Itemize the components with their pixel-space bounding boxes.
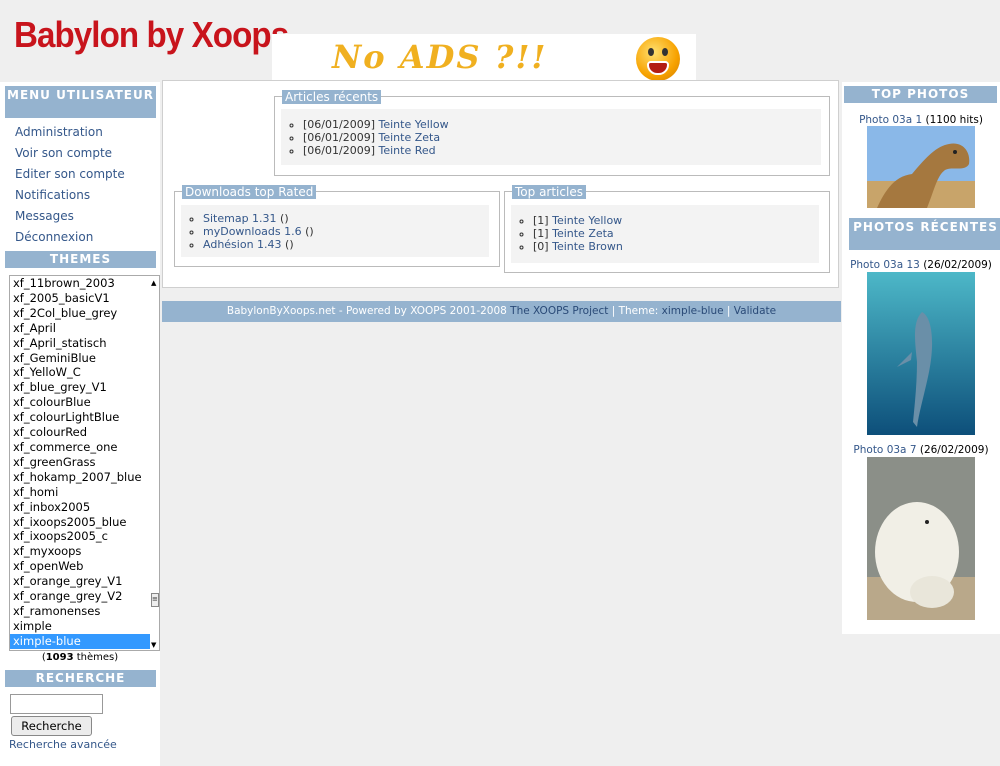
list-item: Sitemap 1.31 () [203, 212, 489, 225]
list-item: myDownloads 1.6 () [203, 225, 489, 238]
scroll-down-icon[interactable]: ▼ [151, 641, 156, 649]
article-link[interactable]: Teinte Zeta [552, 227, 614, 240]
top-articles-block: Top articles [1] Teinte Yellow [1] Teint… [504, 185, 830, 273]
theme-option[interactable]: xf_2Col_blue_grey [10, 306, 159, 321]
theme-option[interactable]: xf_openWeb [10, 559, 159, 574]
theme-option[interactable]: xf_homi [10, 485, 159, 500]
validate-link[interactable]: Validate [734, 305, 776, 317]
list-item: [06/01/2009] Teinte Zeta [303, 131, 821, 144]
article-link[interactable]: Teinte Red [378, 144, 435, 157]
list-item: [1] Teinte Zeta [533, 227, 819, 240]
photo-link[interactable]: Photo 03a 7 [853, 444, 916, 456]
polar-bear-photo[interactable] [867, 457, 975, 620]
downloads-title: Downloads top Rated [182, 185, 317, 199]
downloads-block: Downloads top Rated Sitemap 1.31 () myDo… [174, 185, 500, 267]
theme-option[interactable]: ximple-blue [10, 633, 159, 649]
theme-option[interactable]: xf_greenGrass [10, 455, 159, 470]
scroll-thumb[interactable]: ≡ [151, 593, 159, 607]
theme-option[interactable]: xf_myxoops [10, 544, 159, 559]
ad-banner[interactable]: No ADS ?!! [272, 34, 696, 82]
recent-articles-block: Articles récents [06/01/2009] Teinte Yel… [274, 90, 830, 176]
theme-count: (1093 thèmes) [41, 652, 119, 663]
download-link[interactable]: myDownloads 1.6 [203, 225, 302, 238]
theme-option[interactable]: xf_colourLightBlue [10, 410, 159, 425]
screaming-smiley-icon [636, 37, 680, 81]
photo-link[interactable]: Photo 03a 1 [859, 114, 922, 126]
article-link[interactable]: Teinte Yellow [378, 118, 448, 131]
theme-option[interactable]: xf_colourBlue [10, 395, 159, 410]
top-photo-caption: Photo 03a 1 (1100 hits) [859, 114, 983, 126]
search-button[interactable]: Recherche [11, 716, 92, 736]
theme-option[interactable]: xf_orange_grey_V1 [10, 574, 159, 589]
recent-photos-title: PHOTOS RÉCENTES [849, 218, 1000, 250]
article-link[interactable]: Teinte Yellow [552, 214, 622, 227]
theme-list-scrollbar[interactable]: ▲ ≡ ▼ [150, 276, 159, 650]
theme-option[interactable]: xf_blue_grey_V1 [10, 380, 159, 395]
theme-option[interactable]: xf_YelloW_C [10, 365, 159, 380]
top-photos-title: TOP PHOTOS [844, 86, 997, 103]
recent-photo-caption: Photo 03a 7 (26/02/2009) [853, 444, 989, 456]
menu-item-logout[interactable]: Déconnexion [0, 227, 160, 248]
theme-option[interactable]: xf_ixoops2005_blue [10, 515, 159, 530]
list-item: [06/01/2009] Teinte Red [303, 144, 821, 157]
list-item: [1] Teinte Yellow [533, 214, 819, 227]
recent-photo-caption: Photo 03a 13 (26/02/2009) [850, 259, 992, 271]
xoops-project-link[interactable]: The XOOPS Project [510, 305, 608, 317]
article-link[interactable]: Teinte Brown [552, 240, 623, 253]
list-item: [06/01/2009] Teinte Yellow [303, 118, 821, 131]
theme-option[interactable]: xf_GeminiBlue [10, 351, 159, 366]
list-item: Adhésion 1.43 () [203, 238, 489, 251]
theme-option[interactable]: xf_inbox2005 [10, 500, 159, 515]
theme-select-list[interactable]: xf_11brown_2003 xf_2005_basicV1 xf_2Col_bl… [9, 275, 160, 651]
left-sidebar: MENU UTILISATEUR Administration Voir son… [0, 82, 160, 766]
menu-item-messages[interactable]: Messages [0, 206, 160, 227]
theme-option[interactable]: xf_colourRed [10, 425, 159, 440]
search-title: RECHERCHE [5, 670, 156, 687]
advanced-search-link[interactable]: Recherche avancée [9, 738, 117, 751]
theme-option[interactable]: xf_ixoops2005_c [10, 529, 159, 544]
search-input[interactable] [10, 694, 103, 714]
site-logo[interactable]: Babylon by Xoops [14, 14, 289, 56]
theme-option[interactable]: xf_ramonenses [10, 604, 159, 619]
theme-option[interactable]: xf_11brown_2003 [10, 276, 159, 291]
photo-link[interactable]: Photo 03a 13 [850, 259, 920, 271]
download-link[interactable]: Adhésion 1.43 [203, 238, 282, 251]
center-blocks: Articles récents [06/01/2009] Teinte Yel… [162, 80, 839, 288]
theme-option[interactable]: xf_April [10, 321, 159, 336]
footer: BabylonByXoops.net - Powered by XOOPS 20… [162, 301, 841, 322]
camel-photo[interactable] [867, 126, 975, 208]
theme-option[interactable]: ximple [10, 619, 159, 634]
menu-item-view-account[interactable]: Voir son compte [0, 143, 160, 164]
download-link[interactable]: Sitemap 1.31 [203, 212, 277, 225]
recent-articles-title: Articles récents [282, 90, 382, 104]
dolphin-photo[interactable] [867, 272, 975, 435]
user-menu: Administration Voir son compte Editer so… [0, 122, 160, 248]
menu-item-administration[interactable]: Administration [0, 122, 160, 143]
theme-link[interactable]: ximple-blue [662, 305, 724, 317]
right-sidebar: TOP PHOTOS Photo 03a 1 (1100 hits) PHOTO… [842, 82, 1000, 634]
top-articles-title: Top articles [512, 185, 586, 199]
user-menu-title: MENU UTILISATEUR [5, 86, 156, 118]
themes-title: THEMES [5, 251, 156, 268]
menu-item-edit-account[interactable]: Editer son compte [0, 164, 160, 185]
theme-option[interactable]: xf_hokamp_2007_blue [10, 470, 159, 485]
banner-text: No ADS ?!! [332, 38, 548, 76]
scroll-up-icon[interactable]: ▲ [151, 279, 156, 287]
list-item: [0] Teinte Brown [533, 240, 819, 253]
article-link[interactable]: Teinte Zeta [378, 131, 440, 144]
menu-item-notifications[interactable]: Notifications [0, 185, 160, 206]
theme-option[interactable]: xf_2005_basicV1 [10, 291, 159, 306]
theme-option[interactable]: xf_orange_grey_V2 [10, 589, 159, 604]
theme-option[interactable]: xf_April_statisch [10, 336, 159, 351]
theme-option[interactable]: xf_commerce_one [10, 440, 159, 455]
